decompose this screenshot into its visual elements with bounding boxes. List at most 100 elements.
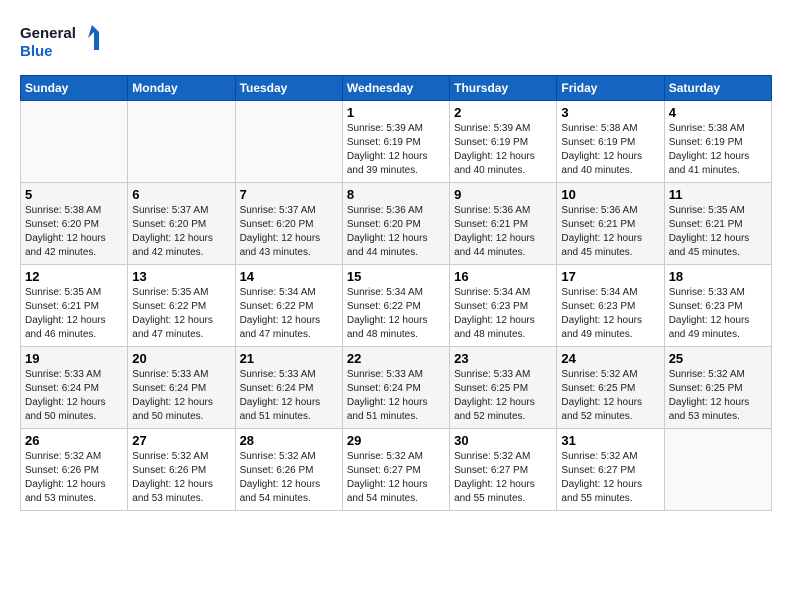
day-info: Sunrise: 5:36 AM Sunset: 6:21 PM Dayligh… (561, 204, 659, 260)
day-info: Sunrise: 5:32 AM Sunset: 6:27 PM Dayligh… (454, 450, 552, 506)
day-number: 25 (669, 351, 767, 366)
weekday-header-friday: Friday (557, 76, 664, 101)
calendar-cell: 26Sunrise: 5:32 AM Sunset: 6:26 PM Dayli… (21, 429, 128, 511)
day-number: 4 (669, 105, 767, 120)
day-info: Sunrise: 5:32 AM Sunset: 6:26 PM Dayligh… (25, 450, 123, 506)
calendar-cell: 24Sunrise: 5:32 AM Sunset: 6:25 PM Dayli… (557, 347, 664, 429)
day-number: 18 (669, 269, 767, 284)
day-info: Sunrise: 5:32 AM Sunset: 6:27 PM Dayligh… (347, 450, 445, 506)
calendar-cell: 6Sunrise: 5:37 AM Sunset: 6:20 PM Daylig… (128, 183, 235, 265)
day-number: 11 (669, 187, 767, 202)
day-number: 17 (561, 269, 659, 284)
calendar-table: SundayMondayTuesdayWednesdayThursdayFrid… (20, 75, 772, 511)
calendar-cell: 29 Sunrise: 5:32 AM Sunset: 6:27 PM Dayli… (342, 429, 449, 511)
week-row-3: 12 Sunrise: 5:35 AM Sunset: 6:21 PM Dayli… (21, 265, 772, 347)
logo: General Blue (20, 20, 110, 65)
calendar-cell (128, 101, 235, 183)
day-number: 13 (132, 269, 230, 284)
day-number: 29 (347, 433, 445, 448)
day-number: 14 (240, 269, 338, 284)
day-number: 27 (132, 433, 230, 448)
svg-text:General: General (20, 25, 76, 42)
day-info: Sunrise: 5:38 AM Sunset: 6:20 PM Dayligh… (25, 204, 123, 260)
day-number: 5 (25, 187, 123, 202)
calendar-cell: 11 Sunrise: 5:35 AM Sunset: 6:21 PM Dayli… (664, 183, 771, 265)
week-row-4: 19 Sunrise: 5:33 AM Sunset: 6:24 PM Dayli… (21, 347, 772, 429)
day-number: 8 (347, 187, 445, 202)
day-number: 1 (347, 105, 445, 120)
day-info: Sunrise: 5:33 AM Sunset: 6:24 PM Dayligh… (347, 368, 445, 424)
weekday-header-saturday: Saturday (664, 76, 771, 101)
day-number: 19 (25, 351, 123, 366)
day-number: 16 (454, 269, 552, 284)
day-number: 23 (454, 351, 552, 366)
day-number: 30 (454, 433, 552, 448)
week-row-5: 26Sunrise: 5:32 AM Sunset: 6:26 PM Dayli… (21, 429, 772, 511)
logo-svg: General Blue (20, 20, 110, 65)
day-info: Sunrise: 5:34 AM Sunset: 6:22 PM Dayligh… (240, 286, 338, 342)
calendar-cell: 31 Sunrise: 5:32 AM Sunset: 6:27 PM Dayli… (557, 429, 664, 511)
weekday-header-sunday: Sunday (21, 76, 128, 101)
week-row-2: 5 Sunrise: 5:38 AM Sunset: 6:20 PM Daylig… (21, 183, 772, 265)
calendar-cell: 14 Sunrise: 5:34 AM Sunset: 6:22 PM Dayli… (235, 265, 342, 347)
calendar-cell: 16 Sunrise: 5:34 AM Sunset: 6:23 PM Dayli… (450, 265, 557, 347)
day-number: 15 (347, 269, 445, 284)
day-info: Sunrise: 5:32 AM Sunset: 6:27 PM Dayligh… (561, 450, 659, 506)
calendar-cell (21, 101, 128, 183)
day-info: Sunrise: 5:38 AM Sunset: 6:19 PM Dayligh… (561, 122, 659, 178)
calendar-cell: 15Sunrise: 5:34 AM Sunset: 6:22 PM Dayli… (342, 265, 449, 347)
day-number: 2 (454, 105, 552, 120)
calendar-cell: 22 Sunrise: 5:33 AM Sunset: 6:24 PM Dayli… (342, 347, 449, 429)
day-info: Sunrise: 5:33 AM Sunset: 6:24 PM Dayligh… (132, 368, 230, 424)
day-info: Sunrise: 5:38 AM Sunset: 6:19 PM Dayligh… (669, 122, 767, 178)
svg-text:Blue: Blue (20, 43, 53, 60)
calendar-cell: 2Sunrise: 5:39 AM Sunset: 6:19 PM Daylig… (450, 101, 557, 183)
day-number: 31 (561, 433, 659, 448)
day-info: Sunrise: 5:33 AM Sunset: 6:25 PM Dayligh… (454, 368, 552, 424)
week-row-1: 1 Sunrise: 5:39 AM Sunset: 6:19 PM Daylig… (21, 101, 772, 183)
calendar-cell: 20 Sunrise: 5:33 AM Sunset: 6:24 PM Dayli… (128, 347, 235, 429)
day-info: Sunrise: 5:34 AM Sunset: 6:23 PM Dayligh… (454, 286, 552, 342)
calendar-cell: 28Sunrise: 5:32 AM Sunset: 6:26 PM Dayli… (235, 429, 342, 511)
day-info: Sunrise: 5:35 AM Sunset: 6:21 PM Dayligh… (669, 204, 767, 260)
calendar-cell (664, 429, 771, 511)
day-number: 7 (240, 187, 338, 202)
day-info: Sunrise: 5:34 AM Sunset: 6:23 PM Dayligh… (561, 286, 659, 342)
calendar-cell: 18Sunrise: 5:33 AM Sunset: 6:23 PM Dayli… (664, 265, 771, 347)
day-number: 12 (25, 269, 123, 284)
day-info: Sunrise: 5:32 AM Sunset: 6:26 PM Dayligh… (240, 450, 338, 506)
day-info: Sunrise: 5:35 AM Sunset: 6:21 PM Dayligh… (25, 286, 123, 342)
calendar-cell: 30 Sunrise: 5:32 AM Sunset: 6:27 PM Dayli… (450, 429, 557, 511)
calendar-cell: 19 Sunrise: 5:33 AM Sunset: 6:24 PM Dayli… (21, 347, 128, 429)
day-info: Sunrise: 5:36 AM Sunset: 6:21 PM Dayligh… (454, 204, 552, 260)
calendar-cell: 13 Sunrise: 5:35 AM Sunset: 6:22 PM Dayli… (128, 265, 235, 347)
day-info: Sunrise: 5:32 AM Sunset: 6:25 PM Dayligh… (561, 368, 659, 424)
day-info: Sunrise: 5:39 AM Sunset: 6:19 PM Dayligh… (347, 122, 445, 178)
page-header: General Blue (20, 20, 772, 65)
day-number: 20 (132, 351, 230, 366)
day-info: Sunrise: 5:33 AM Sunset: 6:24 PM Dayligh… (240, 368, 338, 424)
weekday-header-tuesday: Tuesday (235, 76, 342, 101)
day-number: 9 (454, 187, 552, 202)
calendar-cell: 21 Sunrise: 5:33 AM Sunset: 6:24 PM Dayli… (235, 347, 342, 429)
weekday-header-thursday: Thursday (450, 76, 557, 101)
day-info: Sunrise: 5:33 AM Sunset: 6:24 PM Dayligh… (25, 368, 123, 424)
day-number: 21 (240, 351, 338, 366)
day-info: Sunrise: 5:37 AM Sunset: 6:20 PM Dayligh… (240, 204, 338, 260)
calendar-cell: 23 Sunrise: 5:33 AM Sunset: 6:25 PM Dayli… (450, 347, 557, 429)
day-info: Sunrise: 5:32 AM Sunset: 6:25 PM Dayligh… (669, 368, 767, 424)
day-info: Sunrise: 5:36 AM Sunset: 6:20 PM Dayligh… (347, 204, 445, 260)
calendar-cell (235, 101, 342, 183)
calendar-cell: 8 Sunrise: 5:36 AM Sunset: 6:20 PM Daylig… (342, 183, 449, 265)
calendar-cell: 1 Sunrise: 5:39 AM Sunset: 6:19 PM Daylig… (342, 101, 449, 183)
day-info: Sunrise: 5:35 AM Sunset: 6:22 PM Dayligh… (132, 286, 230, 342)
calendar-cell: 27 Sunrise: 5:32 AM Sunset: 6:26 PM Dayli… (128, 429, 235, 511)
calendar-cell: 17 Sunrise: 5:34 AM Sunset: 6:23 PM Dayli… (557, 265, 664, 347)
day-number: 3 (561, 105, 659, 120)
calendar-cell: 5 Sunrise: 5:38 AM Sunset: 6:20 PM Daylig… (21, 183, 128, 265)
day-info: Sunrise: 5:32 AM Sunset: 6:26 PM Dayligh… (132, 450, 230, 506)
calendar-cell: 25 Sunrise: 5:32 AM Sunset: 6:25 PM Dayli… (664, 347, 771, 429)
calendar-cell: 10Sunrise: 5:36 AM Sunset: 6:21 PM Dayli… (557, 183, 664, 265)
day-number: 6 (132, 187, 230, 202)
day-number: 22 (347, 351, 445, 366)
